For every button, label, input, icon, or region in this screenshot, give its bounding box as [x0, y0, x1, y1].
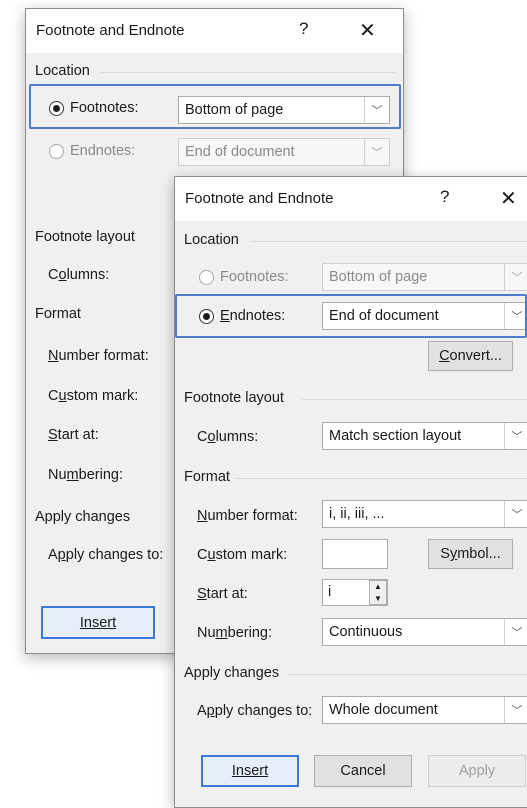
- number-format-dropdown[interactable]: i, ii, iii, ... ﹀: [322, 500, 527, 528]
- front-location-header: Location: [184, 232, 239, 248]
- numbering-value: Continuous: [329, 624, 403, 640]
- front-apply-changes-section: Apply changes: [184, 665, 527, 681]
- chevron-down-icon: ﹀: [364, 139, 389, 165]
- front-footnotes-label: Footnotes:: [220, 269, 289, 285]
- back-location-header: Location: [35, 63, 90, 79]
- front-footnote-layout-header: Footnote layout: [184, 390, 284, 406]
- front-dialog-title: Footnote and Endnote: [185, 190, 334, 207]
- front-numbering-label: Numbering:: [197, 625, 272, 641]
- front-location-section: Location: [184, 232, 527, 248]
- front-apply-changes-to-label: Apply changes to:: [197, 703, 313, 719]
- cancel-button[interactable]: Cancel: [314, 755, 412, 787]
- chevron-down-icon: ﹀: [504, 619, 527, 645]
- back-format-header: Format: [35, 306, 81, 322]
- back-apply-changes-section: Apply changes: [35, 509, 130, 525]
- endnotes-row-highlight: [175, 294, 527, 338]
- chevron-down-icon: ﹀: [504, 697, 527, 723]
- front-footnotes-radio[interactable]: [199, 270, 214, 285]
- convert-button[interactable]: Convert...: [428, 341, 513, 371]
- front-format-header: Format: [184, 469, 230, 485]
- chevron-down-icon: ﹀: [504, 264, 527, 290]
- front-footnotes-dropdown[interactable]: Bottom of page ﹀: [322, 263, 527, 291]
- number-format-value: i, ii, iii, ...: [329, 506, 385, 522]
- apply-changes-to-value: Whole document: [329, 702, 438, 718]
- help-icon[interactable]: ?: [440, 187, 449, 207]
- back-footnote-layout-section: Footnote layout: [35, 229, 135, 245]
- start-at-spinner[interactable]: ▲ ▼: [369, 580, 387, 605]
- back-start-at-label: Start at:: [48, 427, 99, 443]
- front-apply-changes-header: Apply changes: [184, 665, 280, 681]
- back-location-section: Location: [35, 63, 395, 79]
- front-custom-mark-label: Custom mark:: [197, 547, 288, 563]
- spin-down-icon[interactable]: ▼: [370, 593, 386, 605]
- front-format-section: Format: [184, 469, 527, 485]
- back-dialog-title: Footnote and Endnote: [36, 22, 185, 39]
- front-columns-label: Columns:: [197, 429, 259, 445]
- spin-up-icon[interactable]: ▲: [370, 581, 386, 593]
- start-at-value: i: [328, 584, 332, 600]
- back-titlebar: Footnote and Endnote ? ✕: [26, 9, 403, 53]
- back-numbering-label: Numbering:: [48, 467, 123, 483]
- front-titlebar: Footnote and Endnote ? ✕: [175, 177, 527, 221]
- back-columns-label: Columns:: [48, 267, 110, 283]
- front-number-format-label: Number format:: [197, 508, 298, 524]
- chevron-down-icon: ﹀: [504, 501, 527, 527]
- back-endnotes-label: Endnotes:: [70, 143, 136, 159]
- back-endnotes-dropdown[interactable]: End of document ﹀: [178, 138, 390, 166]
- insert-label: Insert: [231, 763, 269, 779]
- columns-value: Match section layout: [329, 428, 462, 444]
- back-apply-changes-header: Apply changes: [35, 509, 131, 525]
- numbering-dropdown[interactable]: Continuous ﹀: [322, 618, 527, 646]
- back-endnotes-value: End of document: [185, 144, 295, 160]
- back-endnotes-radio[interactable]: [49, 144, 64, 159]
- help-icon[interactable]: ?: [299, 19, 308, 39]
- back-number-format-label: Number format:: [48, 348, 149, 364]
- front-start-at-label: Start at:: [197, 586, 248, 602]
- symbol-label: Symbol...: [440, 546, 501, 562]
- close-icon[interactable]: ✕: [359, 18, 376, 43]
- back-footnote-layout-header: Footnote layout: [35, 229, 135, 245]
- columns-dropdown[interactable]: Match section layout ﹀: [322, 422, 527, 450]
- apply-label: Apply: [458, 763, 496, 779]
- apply-button[interactable]: Apply: [428, 755, 526, 787]
- front-footnotes-value: Bottom of page: [329, 269, 428, 285]
- symbol-button[interactable]: Symbol...: [428, 539, 513, 569]
- back-format-section: Format: [35, 306, 81, 322]
- front-dialog: Footnote and Endnote ? ✕ Location Footno…: [174, 176, 527, 808]
- footnotes-row-highlight: [29, 84, 401, 129]
- back-apply-changes-to-label: Apply changes to:: [48, 547, 164, 563]
- back-insert-label: Insert: [79, 614, 117, 631]
- front-footnote-layout-section: Footnote layout: [184, 390, 527, 406]
- close-icon[interactable]: ✕: [500, 186, 517, 211]
- apply-changes-to-dropdown[interactable]: Whole document ﹀: [322, 696, 527, 724]
- chevron-down-icon: ﹀: [504, 423, 527, 449]
- custom-mark-input[interactable]: [322, 539, 388, 569]
- convert-label: Convert...: [439, 348, 502, 364]
- back-custom-mark-label: Custom mark:: [48, 388, 139, 404]
- cancel-label: Cancel: [340, 763, 386, 779]
- insert-button[interactable]: Insert: [201, 755, 299, 787]
- back-insert-button[interactable]: Insert: [41, 606, 155, 639]
